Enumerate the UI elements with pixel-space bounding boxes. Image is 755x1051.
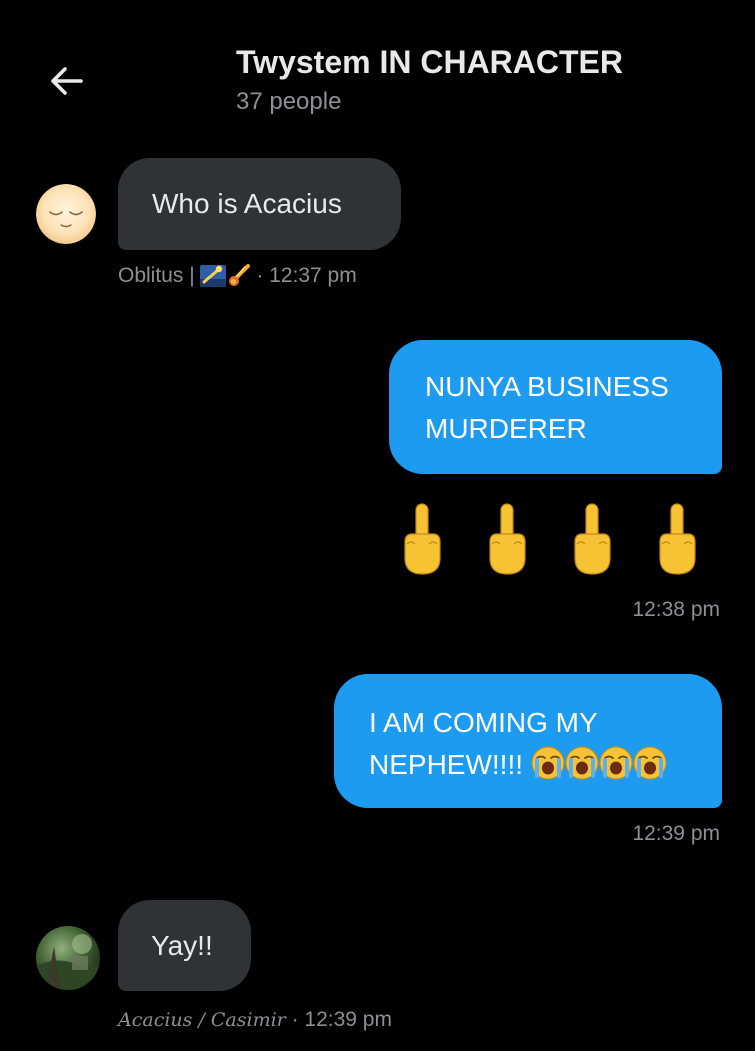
sleeping-face-avatar[interactable] <box>36 184 96 244</box>
message-text-line: NUNYA BUSINESS <box>425 371 669 402</box>
conversation-title[interactable]: Twystem IN CHARACTER <box>236 44 623 81</box>
message-meta: Acacius / Casimir · 12:39 pm <box>118 1008 392 1032</box>
message-bubble-incoming[interactable]: Yay!! <box>118 900 251 991</box>
conversation-header: Twystem IN CHARACTER 37 people <box>0 0 755 130</box>
loudly-crying-face-icon <box>565 746 599 792</box>
arrow-left-icon <box>51 67 83 95</box>
middle-finger-icon <box>659 503 696 575</box>
shooting-star-icon <box>200 264 227 294</box>
message-timestamp: 12:39 pm <box>632 822 720 845</box>
message-text-line: MURDERER <box>425 413 587 444</box>
message-text-line: NEPHEW!!!! <box>369 749 531 780</box>
meta-separator: · <box>285 1008 305 1031</box>
message-timestamp: 12:37 pm <box>269 264 357 287</box>
message-bubble-incoming[interactable]: Who is Acacius <box>118 158 401 250</box>
meta-separator: · <box>250 264 270 287</box>
message-bubble-outgoing[interactable]: I AM COMING MY NEPHEW!!!! <box>334 674 722 808</box>
message-bubble-outgoing[interactable]: NUNYA BUSINESS MURDERER <box>389 340 722 474</box>
sender-name[interactable]: Acacius / Casimir <box>118 1009 286 1031</box>
middle-finger-icon <box>574 503 611 575</box>
comet-icon <box>228 264 251 294</box>
loudly-crying-face-icon <box>531 746 565 792</box>
participant-count[interactable]: 37 people <box>236 88 341 116</box>
message-timestamp: 12:38 pm <box>632 598 720 621</box>
message-meta: Oblitus | · 12:37 pm <box>118 264 357 294</box>
back-button[interactable] <box>44 58 90 104</box>
message-text: Yay!! <box>151 930 213 961</box>
middle-finger-icon <box>404 503 441 575</box>
forest-photo-avatar[interactable] <box>36 926 100 990</box>
loudly-crying-face-icon <box>599 746 633 792</box>
message-text: Who is Acacius <box>152 188 342 219</box>
sender-name[interactable]: Oblitus | <box>118 264 200 287</box>
message-timestamp: 12:39 pm <box>304 1008 392 1031</box>
message-text-line: I AM COMING MY <box>369 707 598 738</box>
middle-finger-icon <box>489 503 526 575</box>
loudly-crying-face-icon <box>633 746 667 792</box>
